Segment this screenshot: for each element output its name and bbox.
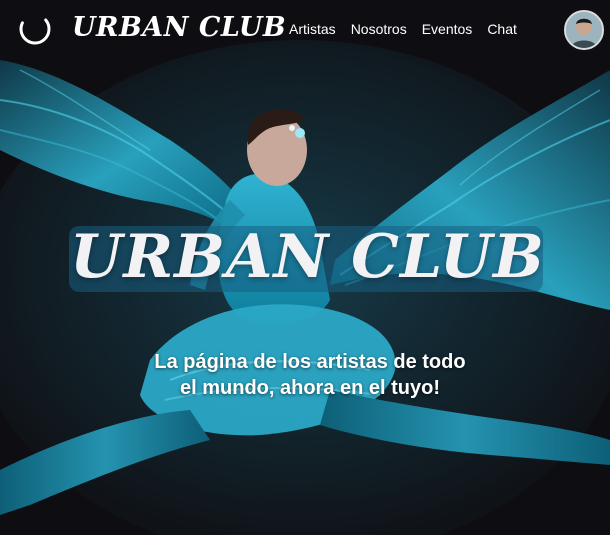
nav-link-chat[interactable]: Chat — [487, 21, 517, 37]
loading-ring-icon[interactable] — [17, 11, 53, 47]
nav-link-nosotros[interactable]: Nosotros — [351, 21, 407, 37]
hero-tagline: La página de los artistas de todo el mun… — [154, 351, 466, 399]
nav-link-eventos[interactable]: Eventos — [422, 21, 473, 37]
nav-link-artistas[interactable]: Artistas — [289, 21, 336, 37]
nav-links: Artistas Nosotros Eventos Chat — [289, 21, 532, 37]
avatar[interactable] — [564, 10, 604, 50]
hero-title: URBAN CLUB — [70, 222, 545, 292]
user-avatar-icon — [566, 12, 602, 48]
brand-logo[interactable]: URBAN CLUB — [72, 12, 286, 43]
navbar: URBAN CLUB Artistas Nosotros Eventos Cha… — [0, 0, 610, 58]
